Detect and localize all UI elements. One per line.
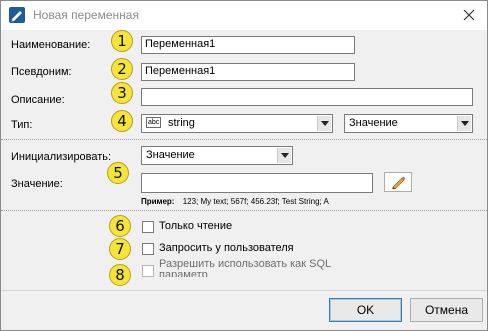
close-icon[interactable] — [461, 7, 477, 23]
chevron-down-icon[interactable] — [277, 148, 291, 163]
init-label: Инициализировать: — [11, 151, 112, 163]
type-label: Тип: — [11, 119, 33, 131]
chevron-down-icon[interactable] — [457, 116, 471, 131]
example-hint: Пример: 123; My text; 567f; 456.23f; Tes… — [141, 197, 329, 206]
window-title: Новая переменная — [33, 8, 139, 22]
pencil-icon — [391, 175, 407, 192]
name-input[interactable]: Переменная1 — [141, 36, 355, 54]
value-mode-value: Значение — [349, 117, 398, 129]
value-input[interactable] — [141, 173, 373, 193]
readonly-label: Только чтение — [159, 220, 233, 232]
ask-user-checkbox[interactable] — [142, 243, 154, 255]
badge-8: 8 — [109, 264, 131, 286]
badge-1: 1 — [111, 30, 133, 52]
alias-label: Псевдоним: — [11, 66, 72, 78]
dialog-window: Новая переменная Наименование: 1 Перемен… — [0, 0, 488, 331]
divider-3 — [1, 290, 487, 291]
divider-2 — [1, 210, 487, 211]
edit-button[interactable] — [384, 172, 412, 192]
sql-param-label: Разрешить использовать как SQL параметр — [159, 259, 331, 277]
cancel-button[interactable]: Отмена — [410, 298, 483, 322]
badge-4: 4 — [111, 110, 133, 132]
alias-input[interactable]: Переменная1 — [141, 63, 355, 81]
example-label: Пример: — [141, 197, 175, 206]
ok-button[interactable]: OK — [329, 298, 402, 322]
readonly-checkbox[interactable] — [142, 221, 154, 233]
string-type-icon: abc — [146, 117, 162, 128]
badge-2: 2 — [111, 58, 133, 80]
value-label: Значение: — [11, 178, 63, 190]
sql-param-checkbox[interactable] — [142, 265, 154, 277]
badge-5: 5 — [107, 162, 129, 184]
example-text: 123; My text; 567f; 456.23f; Test String… — [182, 197, 329, 206]
badge-6: 6 — [109, 215, 131, 237]
init-select[interactable]: Значение — [141, 146, 293, 165]
badge-7: 7 — [109, 238, 131, 260]
pen-icon — [9, 7, 25, 23]
init-value: Значение — [146, 149, 195, 161]
description-input[interactable] — [141, 88, 473, 106]
divider-1 — [1, 139, 487, 140]
description-label: Описание: — [11, 94, 65, 106]
title-bar: Новая переменная — [1, 1, 487, 30]
type-value: string — [168, 117, 195, 129]
name-label: Наименование: — [11, 39, 91, 51]
value-mode-select[interactable]: Значение — [344, 114, 473, 133]
chevron-down-icon[interactable] — [317, 116, 331, 131]
ask-user-label: Запросить у пользователя — [159, 242, 294, 254]
type-select[interactable]: abc string — [141, 114, 333, 133]
badge-3: 3 — [111, 82, 133, 104]
